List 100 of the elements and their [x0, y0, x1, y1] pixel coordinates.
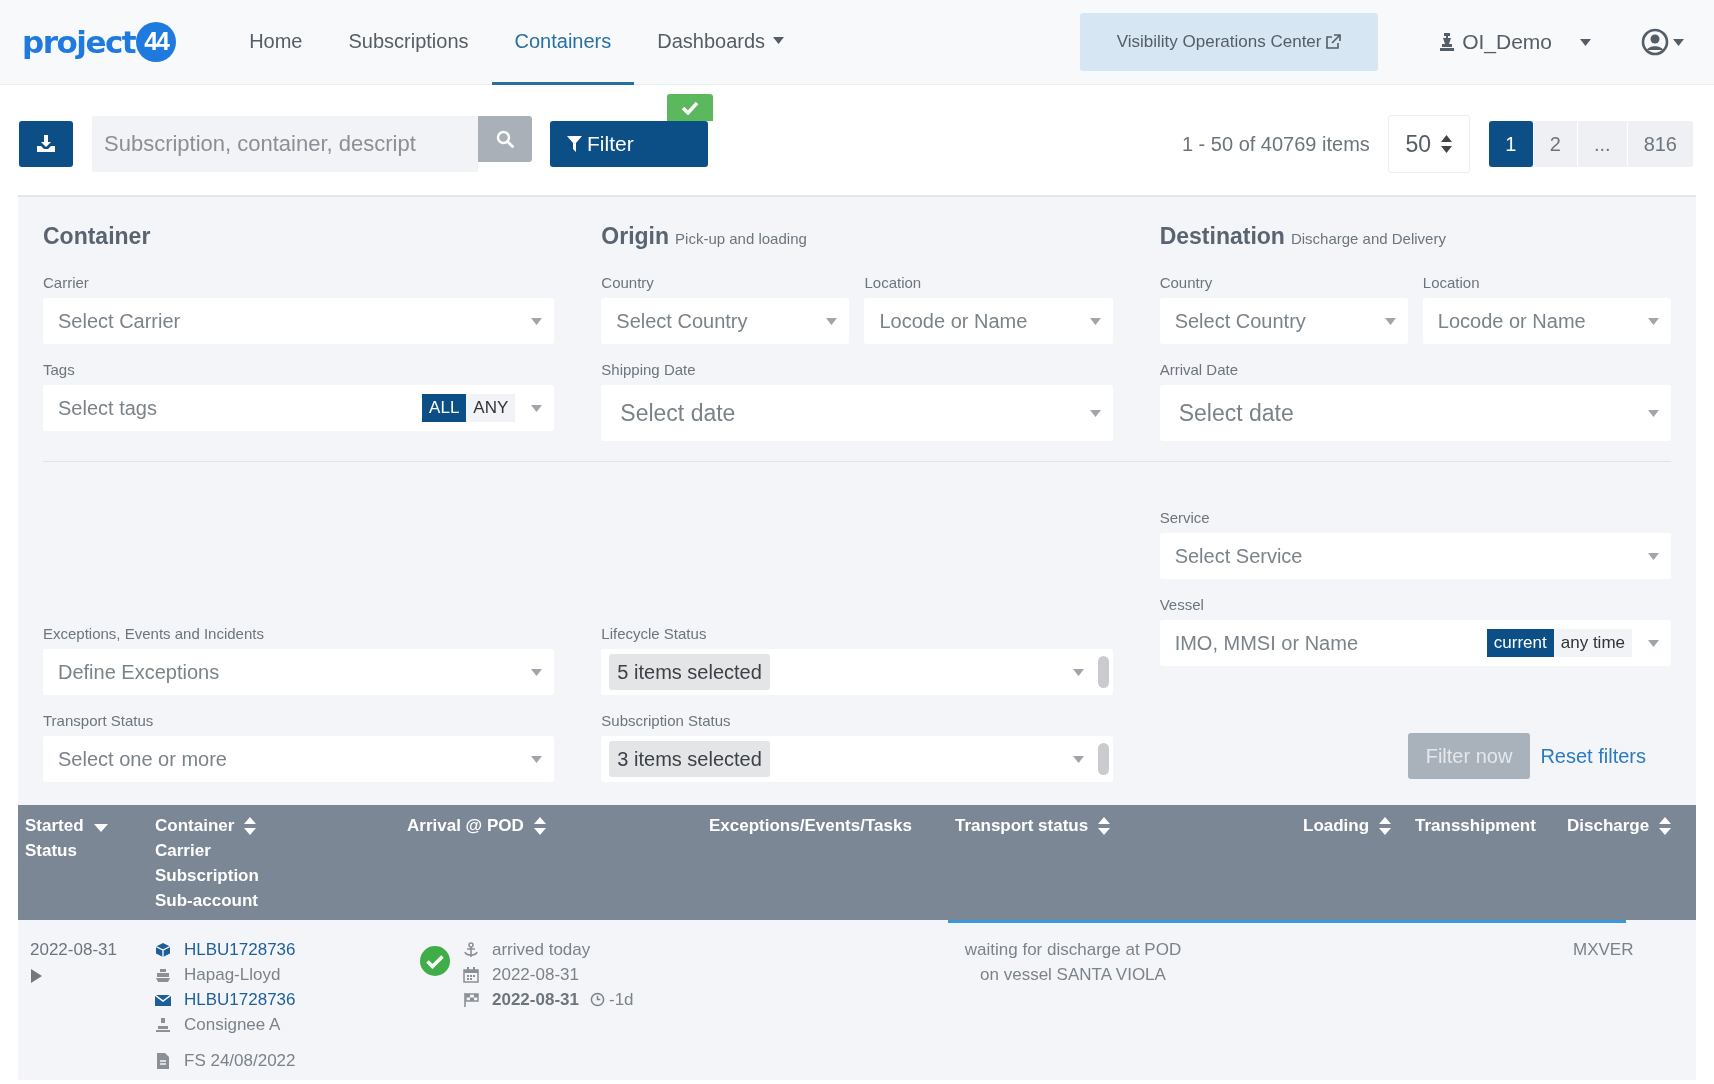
search-icon [496, 130, 514, 148]
table-cell-text: 2022-08-31 [30, 939, 118, 961]
calendar-icon [463, 966, 479, 983]
column-heading[interactable]: Exceptions/Events/Tasks [709, 813, 912, 838]
column-heading[interactable]: Status [25, 838, 77, 863]
select-field[interactable]: Select Country [1159, 298, 1408, 344]
nav-tab[interactable]: Containers [491, 0, 635, 85]
column-heading[interactable]: Transport status [955, 813, 1089, 838]
page-button[interactable]: 816 [1626, 121, 1693, 167]
section-title: Origin [601, 222, 670, 251]
field-label: Country [601, 274, 655, 292]
download-button[interactable] [19, 121, 73, 167]
field-label: Service [1159, 509, 1211, 527]
caret-icon [1648, 409, 1659, 417]
section-title: Destination [1159, 222, 1285, 251]
table-cell-text: waiting for discharge at POD [964, 939, 1182, 961]
container-link[interactable]: HLBU1728736 [184, 986, 296, 1013]
user-icon [1641, 28, 1669, 56]
nav-tab[interactable]: Subscriptions [325, 0, 492, 85]
toggle-option[interactable]: current [1486, 629, 1554, 657]
column-heading[interactable]: Arrival @ POD [407, 813, 524, 838]
sort-icon [1441, 134, 1453, 154]
reset-filters-link[interactable]: Reset filters [1540, 741, 1646, 771]
select-field[interactable]: 5 items selected [601, 649, 1113, 695]
field-label: Exceptions, Events and Incidents [43, 625, 265, 643]
caret-icon [1089, 317, 1101, 325]
select-field[interactable]: IMO, MMSI or Name current any time [1159, 620, 1671, 666]
search-field[interactable]: Subscription, container, descript [92, 116, 478, 172]
caret-icon [1648, 552, 1659, 560]
field-label: Location [864, 274, 923, 292]
field-label: Vessel [1159, 596, 1205, 614]
field-label: Lifecycle Status [601, 625, 708, 643]
table-cell-text: FS 24/08/2022 [184, 1049, 296, 1072]
column-heading[interactable]: Carrier [155, 838, 211, 863]
caret-icon [1072, 755, 1084, 763]
anchor-icon [463, 941, 479, 958]
field-label: Country [1159, 274, 1214, 292]
flag-icon [463, 991, 479, 1008]
page-button[interactable]: ... [1576, 121, 1627, 167]
caret-icon [1384, 317, 1396, 325]
nav-tab[interactable]: Dashboards [634, 0, 808, 85]
select-field[interactable]: 3 items selected [601, 736, 1113, 782]
select-field[interactable]: Select Carrier [43, 298, 555, 344]
date-picker[interactable]: Select date [1159, 385, 1671, 441]
container-link[interactable]: HLBU1728736 [184, 936, 296, 963]
visibility-operations-center-button[interactable]: Visibility Operations Center [1080, 13, 1379, 71]
select-field[interactable]: Select tags ALL ANY [43, 385, 555, 431]
select-field[interactable]: Select Country [601, 298, 850, 344]
table-cell: MXVER [1573, 940, 1634, 959]
caret-icon [826, 317, 838, 325]
field-label: Tags [43, 361, 76, 379]
field-label: Shipping Date [601, 361, 697, 379]
section-subtitle: Discharge and Delivery [1290, 229, 1446, 249]
caret-icon [531, 755, 543, 763]
page-size-select[interactable]: 50 [1387, 115, 1470, 173]
expand-icon[interactable] [30, 968, 42, 983]
column-heading[interactable]: Discharge [1567, 813, 1650, 838]
column-heading[interactable]: Transshipment [1415, 813, 1536, 838]
chess-piece-icon [1438, 32, 1457, 52]
page-button[interactable]: 1 [1488, 121, 1533, 167]
caret-icon [1648, 639, 1659, 647]
caret-icon [1072, 668, 1084, 676]
check-icon [681, 100, 699, 115]
clock-icon [589, 992, 605, 1007]
toggle-option[interactable]: ALL [422, 394, 467, 422]
column-heading[interactable]: Container [155, 813, 235, 838]
funnel-icon [567, 136, 582, 152]
column-heading[interactable]: Sub-account [155, 888, 258, 913]
table-cell-text: Hapag-Lloyd [184, 963, 281, 986]
toggle-option[interactable]: any time [1553, 629, 1632, 657]
column-heading[interactable]: Started [25, 813, 84, 838]
select-field[interactable]: Define Exceptions [43, 649, 555, 695]
table-cell-text: on vessel SANTA VIOLA [980, 964, 1166, 986]
toggle-option[interactable]: ANY [466, 394, 516, 422]
caret-icon [1673, 38, 1684, 46]
field-label: Arrival Date [1159, 361, 1239, 379]
document-icon [155, 1052, 171, 1069]
select-field[interactable]: Locode or Name [864, 298, 1113, 344]
table-cell-text: Consignee A [184, 1013, 281, 1036]
download-icon [36, 135, 56, 153]
column-heading[interactable]: Subscription [155, 863, 259, 888]
table-cell-text: 2022-08-31 [492, 988, 579, 1011]
field-label: Transport Status [43, 712, 155, 730]
column-heading[interactable]: Loading [1303, 813, 1370, 838]
ship-icon [155, 966, 171, 983]
date-picker[interactable]: Select date [601, 385, 1113, 441]
section-subtitle: Pick-up and loading [675, 229, 807, 249]
account-menu[interactable] [1641, 28, 1684, 56]
scrollbar [1097, 743, 1109, 775]
nav-tab[interactable]: Home [226, 0, 326, 85]
logo[interactable]: project 44 [22, 22, 177, 62]
select-field[interactable]: Locode or Name [1422, 298, 1671, 344]
caret-icon [531, 404, 543, 412]
caret-icon [1648, 317, 1659, 325]
select-field[interactable]: Select one or more [43, 736, 555, 782]
page-button[interactable]: 2 [1532, 121, 1577, 167]
select-field[interactable]: Select Service [1159, 533, 1671, 579]
caret-icon [1089, 409, 1101, 417]
filter-button[interactable]: Filter [550, 121, 708, 167]
user-menu[interactable]: OI_Demo [1438, 26, 1591, 58]
